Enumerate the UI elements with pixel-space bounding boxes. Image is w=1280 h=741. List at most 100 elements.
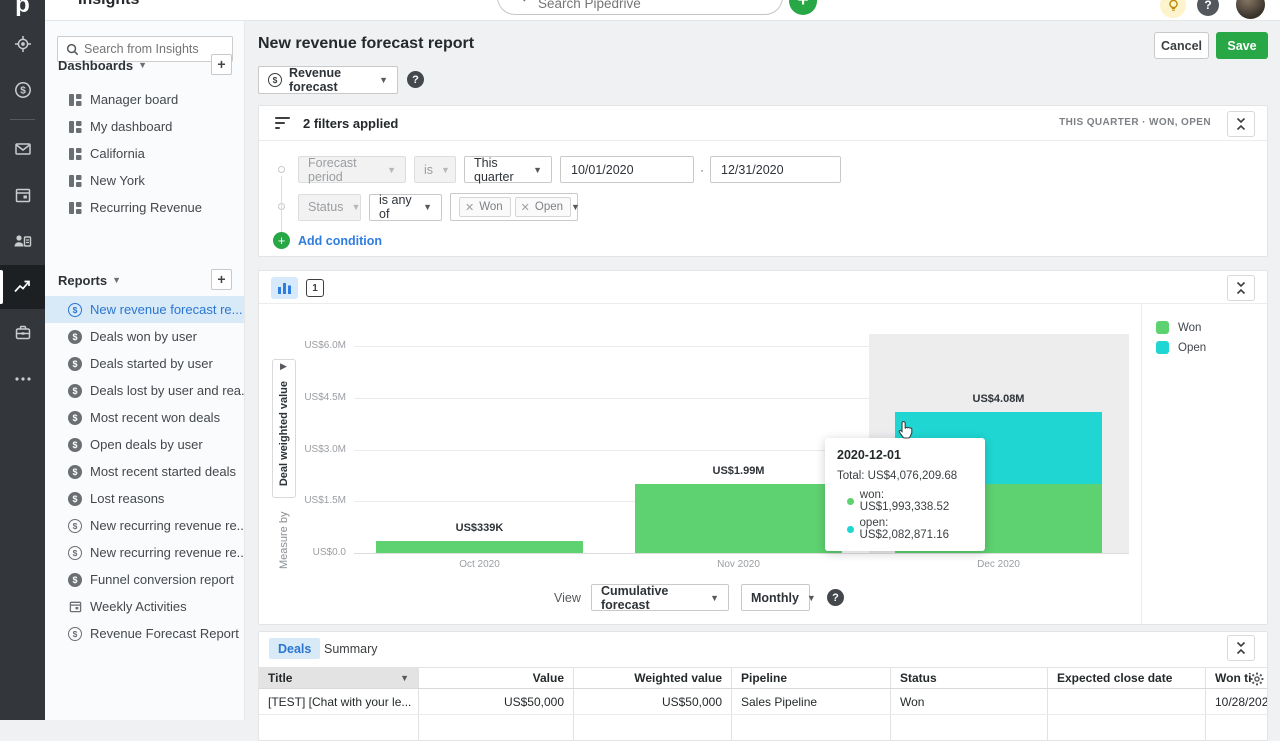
contacts-icon[interactable] <box>0 219 45 263</box>
chart-toolbar: 1 <box>259 271 1267 304</box>
products-icon[interactable] <box>0 311 45 355</box>
report-item-most-recent-started-deals[interactable]: $Most recent started deals <box>45 458 244 485</box>
report-item-funnel-conversion[interactable]: $Funnel conversion report <box>45 566 244 593</box>
forecast-mode-label: Cumulative forecast <box>601 584 702 612</box>
gear-icon[interactable] <box>1250 672 1264 688</box>
add-condition[interactable]: + Add condition <box>273 232 382 249</box>
table-row-partial[interactable] <box>259 715 1268 741</box>
column-header-won-time[interactable]: Won ti <box>1206 668 1268 688</box>
report-item-open-deals-by-user[interactable]: $Open deals by user <box>45 431 244 458</box>
column-header-value[interactable]: Value <box>419 668 574 688</box>
sidebar-item-my-dashboard[interactable]: My dashboard <box>45 113 244 140</box>
won-segment[interactable] <box>635 484 842 553</box>
save-button[interactable]: Save <box>1216 32 1268 59</box>
end-date-input[interactable] <box>710 156 841 183</box>
report-type-help-icon[interactable]: ? <box>407 71 424 88</box>
view-help-icon[interactable]: ? <box>827 589 844 606</box>
global-search[interactable] <box>497 0 783 15</box>
report-item-most-recent-won-deals[interactable]: $Most recent won deals <box>45 404 244 431</box>
bar-chart-toggle[interactable] <box>271 277 298 299</box>
column-header-pipeline[interactable]: Pipeline <box>732 668 891 688</box>
sidebar-item-recurring-revenue[interactable]: Recurring Revenue <box>45 194 244 221</box>
won-segment[interactable] <box>376 541 583 553</box>
report-type-select[interactable]: $ Revenue forecast ▼ <box>258 66 398 94</box>
report-item-revenue-forecast-report[interactable]: $ Revenue Forecast Report <box>45 620 244 647</box>
add-report-button[interactable]: + <box>211 269 232 290</box>
mail-icon[interactable] <box>0 127 45 171</box>
reports-section-header[interactable]: Reports ▼ + <box>45 268 244 292</box>
column-header-weighted-value[interactable]: Weighted value <box>574 668 732 688</box>
reports-list: $New revenue forecast re... $Deals won b… <box>45 296 244 647</box>
calendar-icon[interactable] <box>0 173 45 217</box>
won-swatch <box>1156 321 1169 334</box>
report-item-lost-reasons[interactable]: $Lost reasons <box>45 485 244 512</box>
sidebar-item-manager-board[interactable]: Manager board <box>45 86 244 113</box>
status-operator-select[interactable]: is any of▼ <box>369 194 442 221</box>
forecast-mode-select[interactable]: Cumulative forecast▼ <box>591 584 729 611</box>
insights-icon[interactable] <box>0 265 45 309</box>
start-date-input[interactable] <box>560 156 694 183</box>
column-label: Pipeline <box>741 671 787 685</box>
collapse-table-button[interactable] <box>1227 635 1255 661</box>
add-dashboard-button[interactable]: + <box>211 54 232 75</box>
quick-add-button[interactable]: + <box>789 0 817 15</box>
bar-oct-2020[interactable]: US$339K <box>376 334 583 553</box>
report-item-deals-lost-by-user[interactable]: $Deals lost by user and rea... <box>45 377 244 404</box>
calendar-icon <box>68 600 82 613</box>
more-icon[interactable] <box>0 357 45 401</box>
tab-deals[interactable]: Deals <box>269 638 320 659</box>
column-header-expected-close-date[interactable]: Expected close date <box>1048 668 1206 688</box>
remove-icon[interactable]: ✕ <box>521 201 530 214</box>
sidebar-item-label: My dashboard <box>90 119 172 134</box>
column-header-status[interactable]: Status <box>891 668 1048 688</box>
period-value-select[interactable]: This quarter▼ <box>464 156 552 183</box>
cell-title[interactable]: [TEST] [Chat with your le... <box>259 689 419 714</box>
report-item-weekly-activities[interactable]: Weekly Activities <box>45 593 244 620</box>
collapse-filters-button[interactable] <box>1227 111 1255 137</box>
global-search-input[interactable] <box>538 0 738 11</box>
legend-item-open[interactable]: Open <box>1156 341 1206 354</box>
lightbulb-icon[interactable] <box>1160 0 1186 18</box>
report-item-new-revenue-forecast[interactable]: $New revenue forecast re... <box>45 296 244 323</box>
table-row[interactable]: [TEST] [Chat with your le... US$50,000 U… <box>259 689 1268 715</box>
filter-icon <box>274 116 292 135</box>
recurring-revenue-icon: $ <box>68 627 82 641</box>
report-item-label: Revenue Forecast Report <box>90 626 239 641</box>
remove-icon[interactable]: ✕ <box>465 201 474 214</box>
open-dot <box>847 526 854 533</box>
sidebar-item-new-york[interactable]: New York <box>45 167 244 194</box>
sidebar-item-california[interactable]: California <box>45 140 244 167</box>
collapse-chart-button[interactable] <box>1227 275 1255 301</box>
cancel-button[interactable]: Cancel <box>1154 32 1209 59</box>
report-item-label: Most recent won deals <box>90 410 220 425</box>
bar-nov-2020[interactable]: US$1.99M <box>635 334 842 553</box>
search-icon <box>512 0 526 7</box>
column-header-title[interactable]: Title▼ <box>259 668 419 688</box>
filters-panel: 2 filters applied THIS QUARTER · WON, OP… <box>258 105 1268 257</box>
tab-summary[interactable]: Summary <box>315 638 386 659</box>
report-item-new-recurring-revenue-1[interactable]: $New recurring revenue re... <box>45 512 244 539</box>
operator-select[interactable]: is▼ <box>414 156 456 183</box>
legend-item-won[interactable]: Won <box>1156 321 1201 334</box>
report-item-new-recurring-revenue-2[interactable]: $New recurring revenue re... <box>45 539 244 566</box>
forecast-period-select[interactable]: Forecast period▼ <box>298 156 406 183</box>
chip-open[interactable]: ✕Open <box>515 197 571 217</box>
avatar[interactable] <box>1236 0 1265 19</box>
chart-tooltip: 2020-12-01 Total: US$4,076,209.68 won: U… <box>825 438 985 551</box>
interval-select[interactable]: Monthly▼ <box>741 584 810 611</box>
status-field-select[interactable]: Status▼ <box>298 194 361 221</box>
status-values-multiselect[interactable]: ✕Won ✕Open ▼ <box>450 193 578 221</box>
leads-icon[interactable] <box>0 22 45 66</box>
help-icon[interactable]: ? <box>1197 0 1219 16</box>
report-item-deals-won-by-user[interactable]: $Deals won by user <box>45 323 244 350</box>
deal-icon: $ <box>68 384 82 398</box>
measure-value-dropdown[interactable]: ▶ Deal weighted value <box>272 359 296 498</box>
scorecard-toggle[interactable]: 1 <box>306 279 324 297</box>
sidebar-item-label: New York <box>90 173 145 188</box>
chip-won[interactable]: ✕Won <box>459 197 511 217</box>
report-item-deals-started-by-user[interactable]: $Deals started by user <box>45 350 244 377</box>
topbar: Insights + ? <box>45 0 1280 21</box>
deals-icon[interactable]: $ <box>0 68 45 112</box>
column-label: Status <box>900 671 937 685</box>
dashboards-section-header[interactable]: Dashboards ▼ + <box>45 53 244 77</box>
